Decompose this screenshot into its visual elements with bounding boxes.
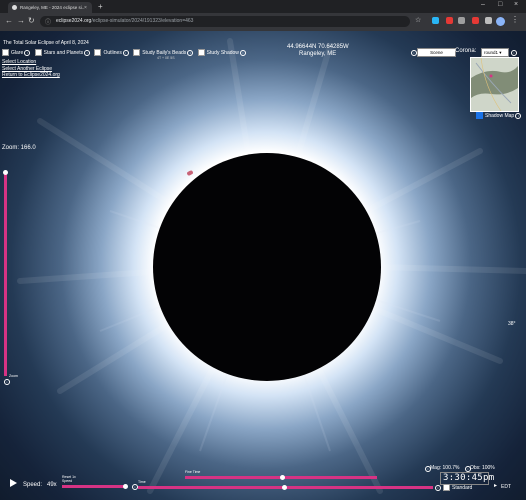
option-outlines[interactable]: Outlines i xyxy=(94,49,129,56)
speed-slider[interactable] xyxy=(62,485,125,488)
profile-avatar[interactable] xyxy=(496,17,505,26)
fine-time-thumb[interactable] xyxy=(280,475,285,480)
info-icon[interactable]: i xyxy=(24,49,31,56)
reload-icon[interactable]: ↻ xyxy=(28,16,35,25)
bailys-beads-checkbox[interactable] xyxy=(133,49,141,56)
time-slider-label: Time xyxy=(138,480,146,484)
bailys-beads-sub: 4T + 0E 5S xyxy=(157,56,175,60)
select-location-link[interactable]: Select Location xyxy=(2,59,36,65)
timezone-toggle-icon[interactable]: ▸ xyxy=(494,482,497,489)
study-shadow-checkbox[interactable] xyxy=(197,49,205,56)
new-tab-icon[interactable]: + xyxy=(98,2,103,11)
return-home-link[interactable]: Return to Eclipse2024.org xyxy=(2,72,60,78)
play-button[interactable] xyxy=(10,479,17,487)
info-icon[interactable]: i xyxy=(187,49,194,56)
scene-select[interactable]: Scene xyxy=(417,48,456,57)
option-bailys-beads[interactable]: Study Baily's Beads i xyxy=(133,49,194,56)
standard-time-toggle[interactable]: Standard xyxy=(443,484,472,491)
speed-slider-thumb[interactable] xyxy=(123,484,128,489)
speed-slider-label: Speed xyxy=(62,479,73,483)
menu-kebab-icon[interactable]: ⋮ xyxy=(511,15,519,24)
back-icon[interactable]: ← xyxy=(5,16,13,25)
tab-bar: Rangeley, ME - 2024 eclipse si... × + – … xyxy=(0,0,526,13)
magnitude-readout: Mag: 100.7% xyxy=(430,465,460,471)
info-icon[interactable]: i xyxy=(435,485,441,491)
timezone-label: EDT xyxy=(501,484,511,490)
eclipse-title: The Total Solar Eclipse of April 8, 2024 xyxy=(3,40,89,46)
info-icon[interactable]: i xyxy=(239,49,246,56)
extension-icon[interactable] xyxy=(432,17,439,24)
corona-select[interactable]: round1 ▾ xyxy=(481,48,509,57)
fine-time-label: Fine Time xyxy=(185,470,201,474)
shadow-map-toggle[interactable]: Shadow Map i xyxy=(476,112,522,119)
close-window-button[interactable]: × xyxy=(514,1,518,8)
extension-icon[interactable] xyxy=(446,17,453,24)
glare-checkbox[interactable] xyxy=(2,49,9,56)
info-icon[interactable]: i xyxy=(122,49,129,56)
clock-readout: 3:30:45pm xyxy=(443,473,495,483)
time-slider-thumb[interactable] xyxy=(282,485,287,490)
eclipse-simulator: The Total Solar Eclipse of April 8, 2024… xyxy=(0,31,526,500)
display-options: Glare i Stars and Planets i Outlines i Stud… xyxy=(2,49,246,56)
angle-indicator: 38° xyxy=(508,321,516,327)
sidepanel-icon[interactable] xyxy=(485,17,492,24)
info-icon[interactable]: i xyxy=(84,49,91,56)
zoom-slider-thumb[interactable] xyxy=(3,170,8,175)
zoom-slider-label: Zoom xyxy=(9,374,18,378)
standard-time-checkbox[interactable] xyxy=(443,484,450,491)
browser-chrome: Rangeley, ME - 2024 eclipse si... × + – … xyxy=(0,0,526,31)
info-icon[interactable]: i xyxy=(4,379,10,385)
minimize-button[interactable]: – xyxy=(481,1,485,8)
address-bar[interactable]: ⓘ eclipse2024.org/eclipse-simulator/2024… xyxy=(40,16,410,27)
speed-label: Speed: xyxy=(23,482,43,488)
forward-icon[interactable]: → xyxy=(17,16,25,25)
extension-icon[interactable] xyxy=(472,17,479,24)
obscuration-readout: Obs: 100% xyxy=(470,465,495,471)
corona-label: Corona: xyxy=(455,48,477,54)
browser-tab[interactable]: Rangeley, ME - 2024 eclipse si... × xyxy=(8,2,92,13)
moon-disk xyxy=(153,153,381,381)
shadow-map-checkbox[interactable] xyxy=(476,112,483,119)
info-icon[interactable]: i xyxy=(515,112,522,119)
shadow-minimap[interactable] xyxy=(470,57,519,112)
option-study-shadow[interactable]: Study Shadow i xyxy=(197,49,246,56)
speed-value: 49x xyxy=(47,482,57,488)
bookmark-star-icon[interactable]: ☆ xyxy=(415,16,421,24)
option-glare[interactable]: Glare i xyxy=(2,49,31,56)
url-text: eclipse2024.org/eclipse-simulator/2024/1… xyxy=(56,18,194,24)
stars-planets-checkbox[interactable] xyxy=(34,49,42,56)
maximize-button[interactable]: □ xyxy=(498,1,502,8)
outlines-checkbox[interactable] xyxy=(94,49,102,56)
favicon-icon xyxy=(12,5,17,10)
zoom-readout: Zoom: 166.0 xyxy=(2,145,36,151)
site-info-icon[interactable]: ⓘ xyxy=(45,17,51,26)
tab-close-icon[interactable]: × xyxy=(84,5,87,11)
location-name: Rangeley, ME xyxy=(299,51,337,57)
tab-title: Rangeley, ME - 2024 eclipse si... xyxy=(20,5,84,10)
extensions-puzzle-icon[interactable] xyxy=(458,17,465,24)
browser-toolbar: ← → ↻ ⓘ eclipse2024.org/eclipse-simulato… xyxy=(0,13,526,31)
info-icon[interactable]: i xyxy=(511,50,517,56)
option-stars-planets[interactable]: Stars and Planets i xyxy=(34,49,91,56)
location-coords: 44.96644N 70.64285W xyxy=(287,44,349,50)
map-graphic xyxy=(471,58,518,111)
zoom-slider[interactable] xyxy=(4,171,7,376)
